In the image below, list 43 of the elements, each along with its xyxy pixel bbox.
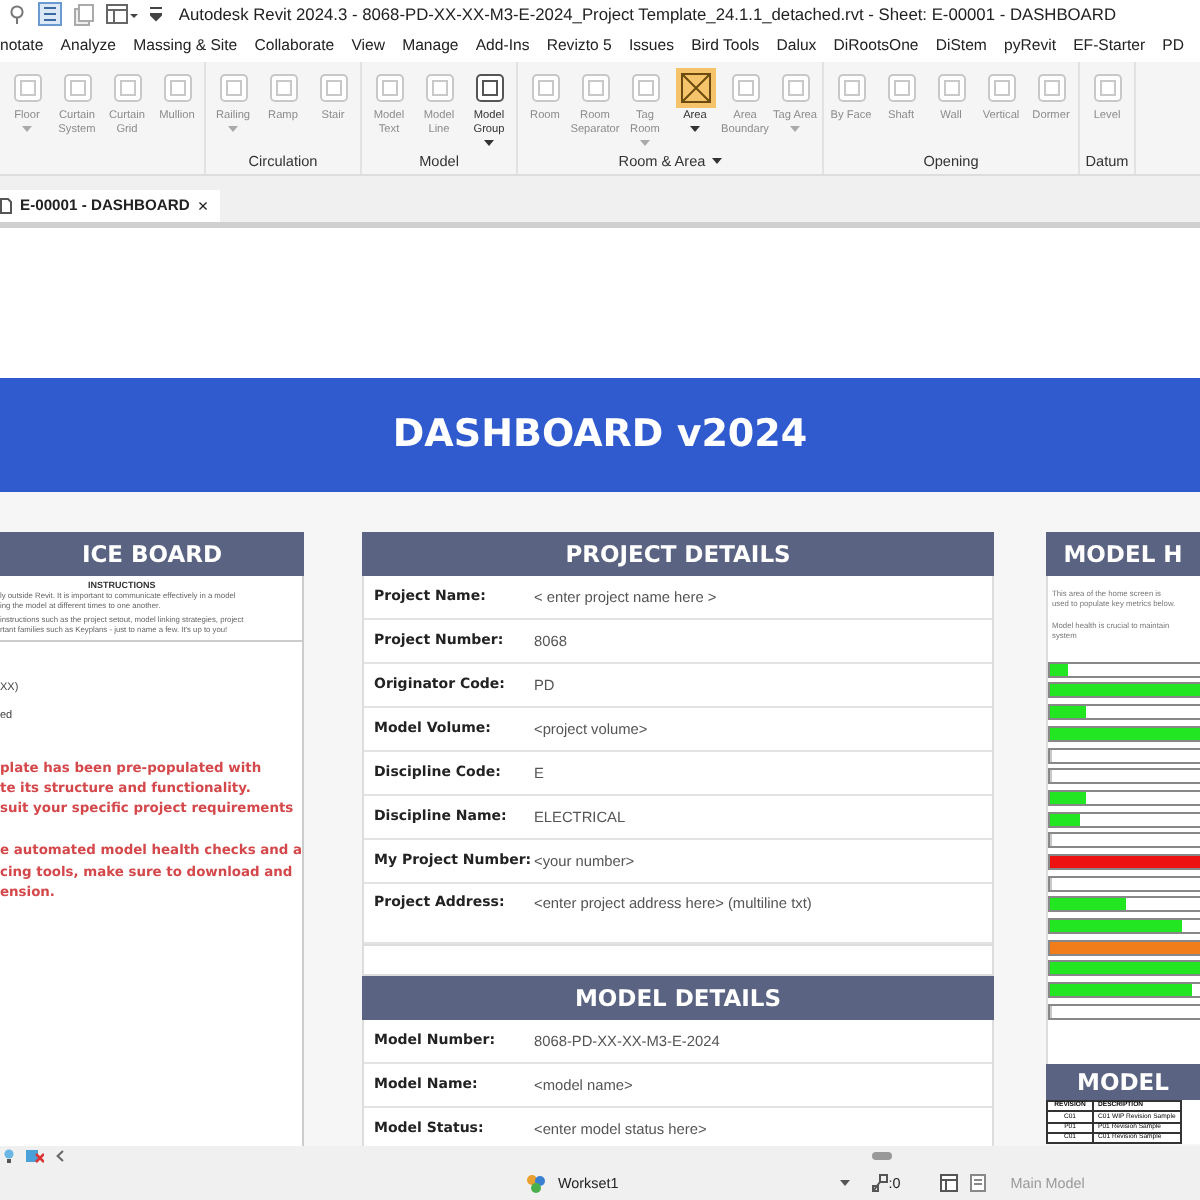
- tool-icon: [217, 71, 249, 104]
- panel-header: MODEL H: [1046, 531, 1200, 576]
- sheet-list-icon[interactable]: [970, 1174, 987, 1193]
- caret-icon[interactable]: [840, 1180, 851, 1187]
- tool-icon: [267, 71, 299, 104]
- tool-icon: [473, 71, 505, 104]
- dashboard-banner: DASHBOARD v2024: [0, 377, 1200, 492]
- scroll-thumb[interactable]: [872, 1152, 892, 1161]
- tool-icon: [61, 71, 93, 104]
- tool-icon: [423, 71, 455, 104]
- close-icon[interactable]: ×: [197, 195, 209, 216]
- tool-icon: [885, 71, 917, 104]
- caret-icon[interactable]: [484, 139, 494, 146]
- sheet-icon: [0, 197, 12, 214]
- crossed-square-icon: [679, 71, 711, 104]
- scroll-left-icon[interactable]: [56, 1150, 64, 1163]
- tool-icon: [629, 71, 661, 104]
- tool-icon: [835, 71, 867, 104]
- panel-header: MODEL DETAILS: [362, 975, 994, 1020]
- customize-icon[interactable]: [150, 6, 162, 23]
- tool-icon: [729, 71, 761, 104]
- tool-icon: [317, 71, 349, 104]
- list-icon[interactable]: [38, 2, 62, 27]
- tool-icon: [373, 71, 405, 104]
- tool-icon: [11, 71, 43, 104]
- panel-header: MODEL: [1046, 1063, 1200, 1100]
- window-layout-icon[interactable]: [106, 4, 138, 25]
- tool-icon: [779, 71, 811, 104]
- tool-icon: [161, 71, 193, 104]
- panel-header: PROJECT DETAILS: [362, 531, 994, 576]
- caret-icon[interactable]: [711, 157, 722, 164]
- bulb-icon[interactable]: [4, 1148, 14, 1165]
- window-title: Autodesk Revit 2024.3 - 8068-PD-XX-XX-M3-E-2024_Project Template_24.1.1_detached.rvt - Sheet: E-00001 - DASHBOARD: [178, 4, 1116, 25]
- tool-icon: [529, 71, 561, 104]
- tool-icon: [1091, 71, 1123, 104]
- tool-icon: [1035, 71, 1067, 104]
- panel-header: ICE BOARD: [0, 531, 304, 576]
- tool-icon: [579, 71, 611, 104]
- pin-icon[interactable]: [8, 4, 26, 25]
- caret-icon[interactable]: [690, 125, 700, 132]
- tool-icon: [111, 71, 143, 104]
- tool-icon: [935, 71, 967, 104]
- tool-icon: [985, 71, 1017, 104]
